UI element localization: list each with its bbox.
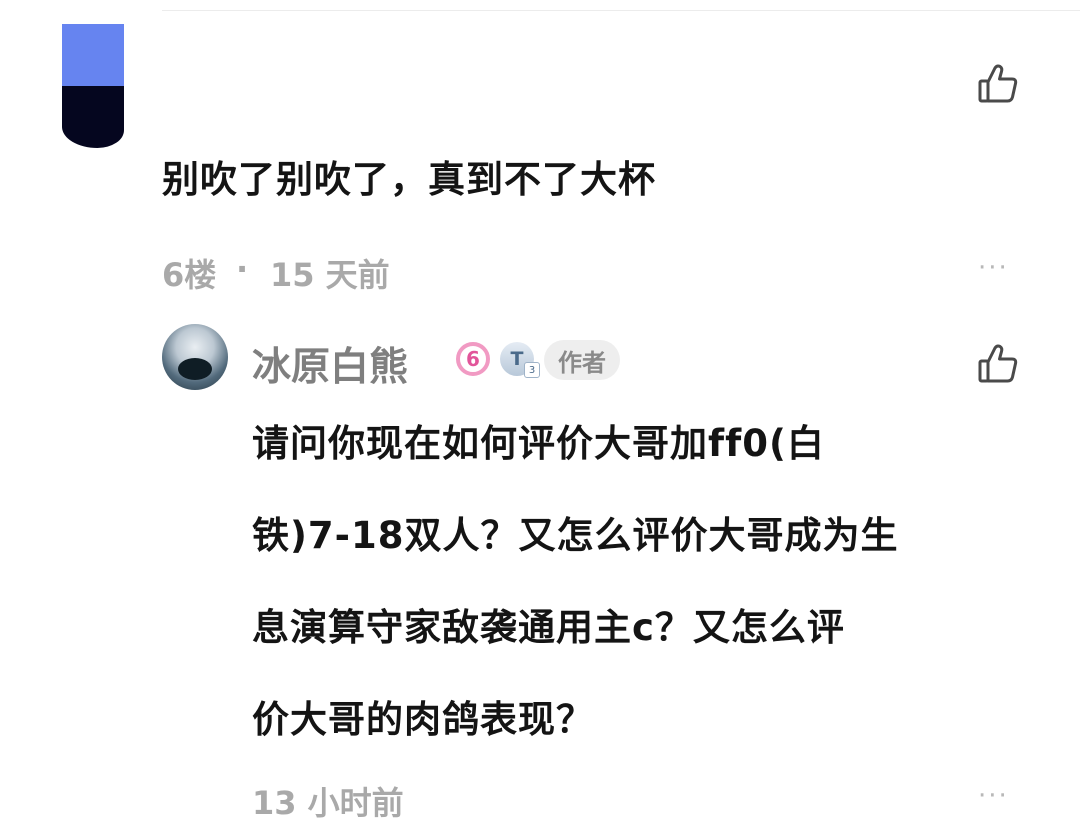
commenter-avatar[interactable] <box>62 24 124 148</box>
avatar-top <box>62 24 124 86</box>
reply-username[interactable]: 冰原白熊 <box>252 336 408 392</box>
thumbs-up-icon[interactable] <box>976 62 1020 106</box>
level-badge-icon: 6 <box>456 342 490 376</box>
title-badge-sub: 3 <box>524 362 540 378</box>
reply-line: 请问你现在如何评价大哥加ff0(白 <box>252 422 825 465</box>
reply-text: 请问你现在如何评价大哥加ff0(白 铁)7-18双人？又怎么评价大哥成为生 息演… <box>252 398 1042 766</box>
avatar-bottom <box>62 86 124 148</box>
reply-line: 价大哥的肉鸽表现？ <box>252 698 594 741</box>
reply-line: 息演算守家敌袭通用主c？又怎么评 <box>252 606 845 649</box>
thumbs-up-icon[interactable] <box>976 342 1020 386</box>
meta-separator: · <box>236 250 249 288</box>
avatar-figure <box>178 358 212 380</box>
author-tag: 作者 <box>544 340 620 380</box>
comment-text: 别吹了别吹了，真到不了大杯 <box>162 158 656 201</box>
reply-avatar[interactable] <box>162 324 228 390</box>
reply-line: 铁)7-18双人？又怎么评价大哥成为生 <box>252 514 899 557</box>
top-divider <box>162 10 1080 11</box>
more-horizontal-icon[interactable]: ··· <box>978 783 1009 809</box>
more-horizontal-icon[interactable]: ··· <box>978 255 1009 281</box>
reply-time: 13 小时前 <box>252 784 404 822</box>
comment-time: 15 天前 <box>270 256 390 294</box>
comment-floor: 6楼 <box>162 256 217 294</box>
